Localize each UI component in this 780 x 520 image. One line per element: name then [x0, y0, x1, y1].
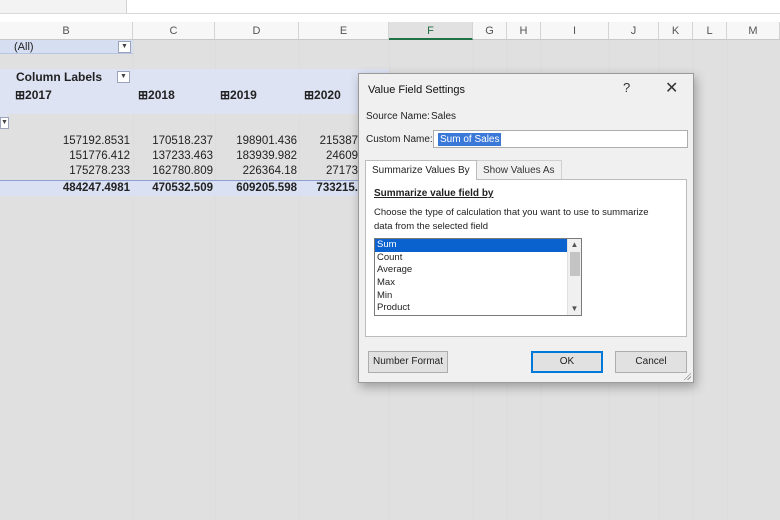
cell-value[interactable]: 198901.436: [236, 135, 297, 147]
formula-input[interactable]: [126, 0, 780, 13]
value-field-settings-dialog: Value Field Settings ? ✕ Source Name: Sa…: [358, 73, 694, 383]
ok-button[interactable]: OK: [531, 351, 603, 373]
help-icon[interactable]: ?: [623, 80, 630, 95]
column-header-k[interactable]: K: [659, 22, 693, 40]
grand-total-cell[interactable]: 484247.4981: [63, 182, 130, 194]
column-header-b[interactable]: B: [0, 22, 133, 40]
custom-name-value: Sum of Sales: [438, 133, 502, 146]
custom-name-field[interactable]: Sum of Sales: [433, 130, 688, 148]
cell-value[interactable]: 226364.18: [243, 165, 297, 177]
year-header-2020[interactable]: ⊞2020: [304, 88, 341, 102]
filter-dropdown-icon[interactable]: ▼: [118, 41, 131, 53]
grand-total-cell[interactable]: 733215.: [316, 182, 358, 194]
scrollbar-thumb[interactable]: [570, 252, 580, 276]
cell-value[interactable]: 27173: [326, 165, 358, 177]
close-icon[interactable]: ✕: [665, 78, 678, 98]
list-scrollbar[interactable]: ▲ ▼: [567, 239, 581, 315]
year-header-2017[interactable]: ⊞2017: [15, 88, 52, 102]
cancel-button[interactable]: Cancel: [615, 351, 687, 373]
row-labels-dropdown-icon[interactable]: ▼: [0, 117, 9, 129]
list-item-count[interactable]: Count: [375, 252, 581, 265]
formula-bar: [0, 0, 780, 14]
year-header-2019[interactable]: ⊞2019: [220, 88, 257, 102]
chevron-up-icon[interactable]: ▲: [568, 239, 581, 251]
column-header-l[interactable]: L: [693, 22, 727, 40]
cell-value[interactable]: 215387: [320, 135, 358, 147]
cell-value[interactable]: 183939.982: [236, 150, 297, 162]
column-labels-header: Column Labels: [16, 70, 103, 84]
custom-name-label: Custom Name:: [366, 134, 433, 145]
tab-summarize-values-by[interactable]: Summarize Values By: [365, 160, 477, 180]
summarize-panel: Summarize value field by Choose the type…: [365, 179, 687, 337]
cell-value[interactable]: 157192.8531: [63, 135, 130, 147]
description-line-2: data from the selected field: [374, 221, 489, 232]
section-title: Summarize value field by: [374, 188, 494, 199]
column-header-j[interactable]: J: [609, 22, 659, 40]
column-header-f[interactable]: F: [389, 22, 473, 40]
column-labels-dropdown-icon[interactable]: ▼: [117, 71, 130, 83]
cell-value[interactable]: 162780.809: [152, 165, 213, 177]
cell-value[interactable]: 175278.233: [69, 165, 130, 177]
column-header-g[interactable]: G: [473, 22, 507, 40]
tab-show-values-as[interactable]: Show Values As: [476, 160, 562, 180]
column-header-h[interactable]: H: [507, 22, 541, 40]
column-header-m[interactable]: M: [727, 22, 780, 40]
dialog-title: Value Field Settings: [368, 84, 466, 96]
list-item-average[interactable]: Average: [375, 264, 581, 277]
column-header-i[interactable]: I: [541, 22, 609, 40]
year-header-2018[interactable]: ⊞2018: [138, 88, 175, 102]
grand-total-cell[interactable]: 609205.598: [236, 182, 297, 194]
grand-total-cell[interactable]: 470532.509: [152, 182, 213, 194]
pivot-filter-cell[interactable]: (All) ▼: [0, 40, 133, 54]
cell-value[interactable]: 170518.237: [152, 135, 213, 147]
summarize-function-list[interactable]: Sum Count Average Max Min Product ▲ ▼: [374, 238, 582, 316]
column-header-e[interactable]: E: [299, 22, 389, 40]
list-item-min[interactable]: Min: [375, 290, 581, 303]
cell-value[interactable]: 24609: [326, 150, 358, 162]
chevron-down-icon[interactable]: ▼: [568, 303, 581, 315]
source-name-label: Source Name:: [366, 111, 430, 122]
pivot-filter-value: (All): [14, 41, 34, 53]
list-item-product[interactable]: Product: [375, 302, 581, 315]
cell-value[interactable]: 137233.463: [152, 150, 213, 162]
column-header-d[interactable]: D: [215, 22, 299, 40]
list-item-max[interactable]: Max: [375, 277, 581, 290]
cell-value[interactable]: 151776.412: [69, 150, 130, 162]
list-item-sum[interactable]: Sum: [375, 239, 581, 252]
description-line-1: Choose the type of calculation that you …: [374, 207, 649, 218]
number-format-button[interactable]: Number Format: [368, 351, 448, 373]
source-name-value: Sales: [431, 111, 457, 122]
resize-grip-icon[interactable]: [683, 372, 691, 380]
column-header-c[interactable]: C: [133, 22, 215, 40]
